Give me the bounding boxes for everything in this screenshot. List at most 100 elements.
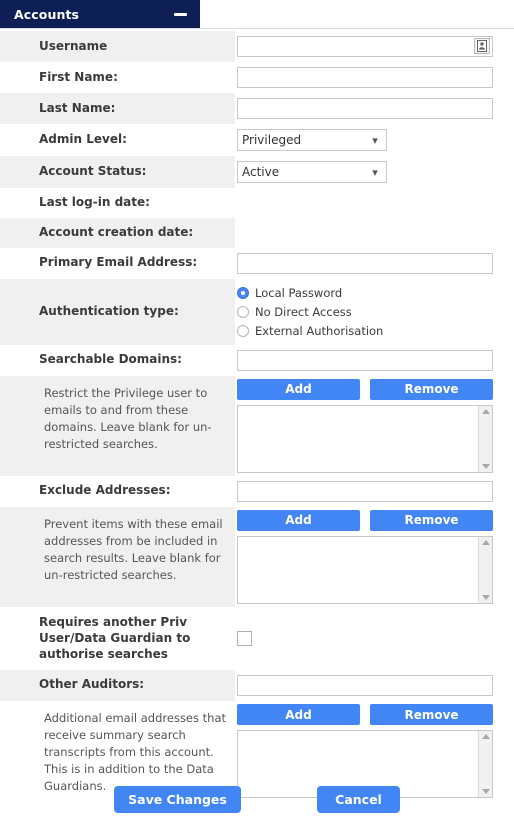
- admin-level-value: Privileged: [242, 133, 302, 147]
- header-divider: [0, 28, 514, 29]
- label-account-creation-date: Account creation date:: [0, 217, 235, 248]
- radio-local-password-label: Local Password: [255, 285, 343, 300]
- radio-unselected-icon: [237, 324, 249, 337]
- scroll-up-icon[interactable]: [481, 539, 490, 545]
- field-searchable-domains-list: Add Remove: [235, 376, 514, 476]
- first-name-input[interactable]: [237, 67, 493, 88]
- other-auditors-input[interactable]: [237, 674, 493, 696]
- field-other-auditors: [235, 670, 514, 701]
- primary-email-input[interactable]: [237, 252, 493, 274]
- row-username: Username: [0, 31, 514, 62]
- row-last-name: Last Name:: [0, 93, 514, 124]
- searchable-domains-buttons: Add Remove: [237, 378, 493, 400]
- help-exclude-addresses: Prevent items with these email addresses…: [0, 506, 235, 607]
- radio-selected-icon: [237, 286, 249, 299]
- row-first-name: First Name:: [0, 62, 514, 93]
- label-admin-level: Admin Level:: [39, 132, 127, 147]
- other-auditors-remove-button[interactable]: Remove: [370, 704, 493, 726]
- help-searchable-domains: Restrict the Privilege user to emails to…: [0, 375, 235, 476]
- label-primary-email: Primary Email Address:: [39, 255, 198, 270]
- scroll-up-icon[interactable]: [481, 734, 490, 740]
- label-account-status: Account Status:: [0, 156, 235, 188]
- admin-level-select[interactable]: Privileged ▾: [237, 129, 387, 151]
- other-auditors-add-button[interactable]: Add: [237, 704, 360, 726]
- chevron-down-icon: ▾: [372, 165, 378, 179]
- field-exclude-addresses: [235, 476, 514, 507]
- searchable-domains-add-button[interactable]: Add: [237, 378, 360, 400]
- window-title: Accounts: [14, 6, 80, 22]
- radio-unselected-icon: [237, 305, 249, 318]
- label-username: Username: [0, 31, 235, 62]
- label-last-login-date: Last log-in date:: [39, 195, 150, 209]
- radio-external-authorisation-label: External Authorisation: [255, 323, 384, 338]
- label-other-auditors: Other Auditors:: [0, 669, 235, 701]
- field-last-name: [235, 93, 514, 124]
- field-username: [235, 31, 514, 62]
- account-status-select[interactable]: Active ▾: [237, 161, 387, 183]
- row-authentication-type: Authentication type: Local Password No D…: [0, 278, 514, 345]
- label-exclude-addresses: Exclude Addresses:: [39, 483, 171, 498]
- exclude-addresses-listbox[interactable]: [237, 535, 493, 604]
- label-searchable-domains: Searchable Domains:: [39, 352, 182, 367]
- searchable-domains-input[interactable]: [237, 349, 493, 371]
- field-primary-email: [235, 248, 514, 279]
- exclude-addresses-input[interactable]: [237, 480, 493, 502]
- row-exclude-addresses-list: Prevent items with these email addresses…: [0, 506, 514, 607]
- row-account-status: Account Status: Active ▾: [0, 156, 514, 188]
- row-exclude-addresses: Exclude Addresses:: [0, 476, 514, 507]
- field-last-login-date: [235, 188, 514, 218]
- searchable-domains-list-value: [238, 406, 478, 472]
- label-requires-authoriser: Requires another Priv User/Data Guardian…: [39, 614, 191, 661]
- last-name-input[interactable]: [237, 98, 493, 119]
- scroll-down-icon[interactable]: [481, 594, 490, 600]
- exclude-addresses-add-button[interactable]: Add: [237, 509, 360, 531]
- form-footer: Save Changes Cancel: [0, 786, 514, 813]
- row-other-auditors: Other Auditors:: [0, 669, 514, 701]
- contact-card-icon[interactable]: [474, 38, 490, 54]
- save-changes-button[interactable]: Save Changes: [114, 786, 241, 813]
- field-admin-level: Privileged ▾: [235, 124, 514, 156]
- exclude-addresses-scrollbar[interactable]: [478, 536, 492, 603]
- cancel-button[interactable]: Cancel: [317, 786, 400, 813]
- window-titlebar: Accounts: [0, 0, 200, 28]
- label-authentication-type: Authentication type:: [0, 278, 235, 345]
- label-last-name: Last Name:: [0, 93, 235, 124]
- minimize-button[interactable]: [170, 5, 190, 23]
- field-account-creation-date: [235, 218, 514, 248]
- row-account-creation-date: Account creation date:: [0, 217, 514, 248]
- row-requires-authoriser: Requires another Priv User/Data Guardian…: [0, 607, 514, 670]
- titlebar-filler: [200, 0, 514, 28]
- searchable-domains-listbox[interactable]: [237, 404, 493, 473]
- row-searchable-domains: Searchable Domains:: [0, 345, 514, 376]
- minimize-icon: [173, 12, 187, 16]
- requires-authoriser-checkbox[interactable]: [237, 630, 252, 646]
- exclude-addresses-buttons: Add Remove: [237, 509, 493, 531]
- scroll-down-icon[interactable]: [481, 463, 490, 469]
- field-authentication-type: Local Password No Direct Access External…: [235, 279, 514, 345]
- radio-local-password[interactable]: Local Password: [237, 286, 493, 300]
- authentication-type-radio-group: Local Password No Direct Access External…: [237, 284, 493, 340]
- searchable-domains-remove-button[interactable]: Remove: [370, 378, 493, 400]
- row-primary-email: Primary Email Address:: [0, 248, 514, 279]
- accounts-form: Username First Name: Last Name: Admin Le…: [0, 31, 514, 802]
- field-exclude-addresses-list: Add Remove: [235, 507, 514, 607]
- account-status-value: Active: [242, 165, 280, 179]
- exclude-addresses-remove-button[interactable]: Remove: [370, 509, 493, 531]
- other-auditors-buttons: Add Remove: [237, 704, 493, 726]
- radio-no-direct-access[interactable]: No Direct Access: [237, 305, 493, 319]
- chevron-down-icon: ▾: [372, 133, 378, 147]
- field-searchable-domains: [235, 345, 514, 376]
- label-first-name: First Name:: [39, 69, 118, 84]
- row-last-login-date: Last log-in date:: [0, 188, 514, 218]
- field-account-status: Active ▾: [235, 156, 514, 188]
- exclude-addresses-list-value: [238, 537, 478, 603]
- field-first-name: [235, 62, 514, 93]
- radio-external-authorisation[interactable]: External Authorisation: [237, 324, 493, 338]
- field-requires-authoriser: [235, 607, 514, 670]
- row-admin-level: Admin Level: Privileged ▾: [0, 124, 514, 156]
- username-input[interactable]: [237, 36, 493, 57]
- radio-no-direct-access-label: No Direct Access: [255, 304, 352, 319]
- row-searchable-domains-list: Restrict the Privilege user to emails to…: [0, 375, 514, 476]
- scroll-up-icon[interactable]: [481, 408, 490, 414]
- searchable-domains-scrollbar[interactable]: [478, 405, 492, 472]
